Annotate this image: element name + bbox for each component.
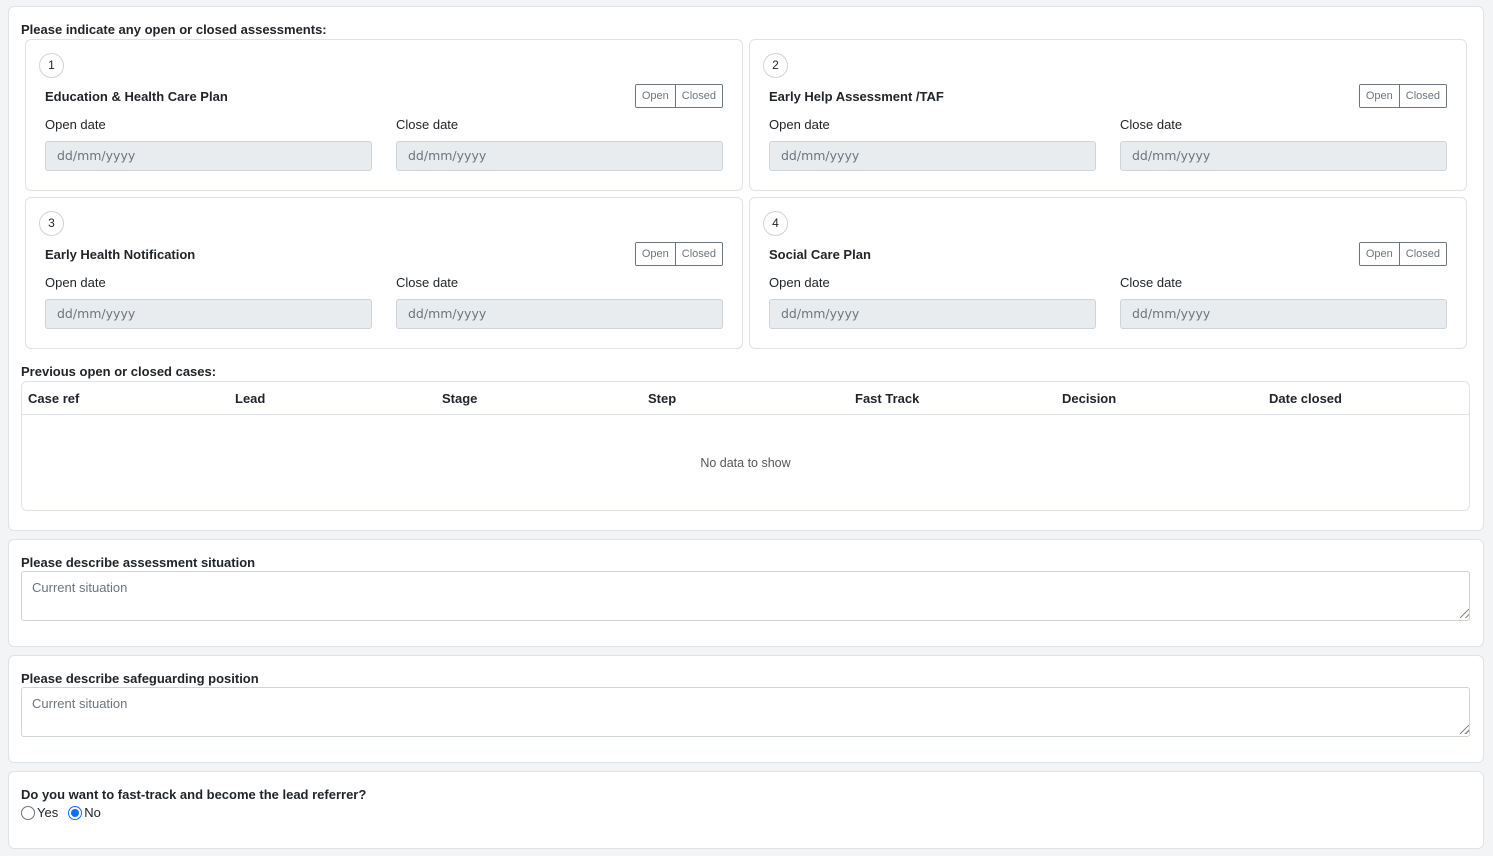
close-date-input[interactable]: dd/mm/yyyy bbox=[1120, 141, 1447, 171]
assessment-card-1: 1 Education & Health Care Plan Open Clos… bbox=[25, 39, 743, 191]
open-closed-toggle: Open Closed bbox=[634, 242, 723, 266]
open-date-input[interactable]: dd/mm/yyyy bbox=[769, 141, 1096, 171]
column-header-lead[interactable]: Lead bbox=[235, 391, 265, 406]
cases-table: Case ref Lead Stage Step Fast Track Deci… bbox=[21, 381, 1470, 511]
fast-track-question: Do you want to fast-track and become the… bbox=[21, 787, 367, 802]
close-date-input[interactable]: dd/mm/yyyy bbox=[396, 299, 723, 329]
close-date-label: Close date bbox=[396, 275, 459, 290]
open-closed-toggle: Open Closed bbox=[1358, 242, 1447, 266]
open-button[interactable]: Open bbox=[1359, 243, 1399, 265]
radio-yes[interactable] bbox=[21, 805, 35, 820]
close-date-label: Close date bbox=[1120, 275, 1183, 290]
fast-track-panel: Do you want to fast-track and become the… bbox=[8, 771, 1484, 849]
open-date-input[interactable]: dd/mm/yyyy bbox=[45, 141, 372, 171]
column-header-fast-track[interactable]: Fast Track bbox=[855, 391, 919, 406]
fast-track-yes[interactable]: Yes bbox=[21, 805, 58, 820]
card-number: 1 bbox=[39, 53, 64, 78]
fast-track-no[interactable]: No bbox=[68, 805, 101, 820]
assessment-card-3: 3 Early Health Notification Open Closed … bbox=[25, 197, 743, 349]
open-date-input[interactable]: dd/mm/yyyy bbox=[45, 299, 372, 329]
resize-grip-icon[interactable] bbox=[1460, 725, 1469, 734]
open-button[interactable]: Open bbox=[1359, 85, 1399, 107]
open-closed-toggle: Open Closed bbox=[634, 84, 723, 108]
empty-table-message: No data to show bbox=[700, 456, 791, 470]
radio-no-label: No bbox=[84, 805, 101, 820]
open-date-label: Open date bbox=[769, 117, 830, 132]
closed-button[interactable]: Closed bbox=[1398, 85, 1446, 107]
column-header-step[interactable]: Step bbox=[648, 391, 676, 406]
open-date-label: Open date bbox=[769, 275, 830, 290]
close-date-label: Close date bbox=[1120, 117, 1183, 132]
safeguarding-panel: Please describe safeguarding position Cu… bbox=[8, 655, 1484, 763]
assessment-card-2: 2 Early Help Assessment /TAF Open Closed… bbox=[749, 39, 1467, 191]
close-date-label: Close date bbox=[396, 117, 459, 132]
closed-button[interactable]: Closed bbox=[1398, 243, 1446, 265]
table-header: Case ref Lead Stage Step Fast Track Deci… bbox=[22, 382, 1469, 415]
open-date-input[interactable]: dd/mm/yyyy bbox=[769, 299, 1096, 329]
closed-button[interactable]: Closed bbox=[674, 243, 722, 265]
card-title: Social Care Plan bbox=[769, 247, 871, 262]
assessment-situation-textarea[interactable]: Current situation bbox=[21, 571, 1470, 621]
fast-track-options: Yes No bbox=[21, 805, 111, 820]
resize-grip-icon[interactable] bbox=[1460, 609, 1469, 618]
card-number: 2 bbox=[763, 53, 788, 78]
close-date-input[interactable]: dd/mm/yyyy bbox=[1120, 299, 1447, 329]
column-header-date-closed[interactable]: Date closed bbox=[1269, 391, 1342, 406]
cases-label: Previous open or closed cases: bbox=[21, 364, 217, 379]
card-title: Education & Health Care Plan bbox=[45, 89, 228, 104]
card-title: Early Help Assessment /TAF bbox=[769, 89, 944, 104]
column-header-stage[interactable]: Stage bbox=[442, 391, 477, 406]
assessments-panel: Please indicate any open or closed asses… bbox=[8, 6, 1484, 531]
assessment-situation-panel: Please describe assessment situation Cur… bbox=[8, 539, 1484, 647]
radio-yes-label: Yes bbox=[37, 805, 59, 820]
open-button[interactable]: Open bbox=[635, 85, 675, 107]
card-title: Early Health Notification bbox=[45, 247, 196, 262]
assessments-label: Please indicate any open or closed asses… bbox=[21, 22, 327, 37]
open-date-label: Open date bbox=[45, 275, 106, 290]
card-number: 4 bbox=[763, 211, 788, 236]
assessment-card-4: 4 Social Care Plan Open Closed Open date… bbox=[749, 197, 1467, 349]
safeguarding-textarea[interactable]: Current situation bbox=[21, 687, 1470, 737]
open-button[interactable]: Open bbox=[635, 243, 675, 265]
close-date-input[interactable]: dd/mm/yyyy bbox=[396, 141, 723, 171]
card-number: 3 bbox=[39, 211, 64, 236]
closed-button[interactable]: Closed bbox=[674, 85, 722, 107]
column-header-decision[interactable]: Decision bbox=[1062, 391, 1116, 406]
column-header-case-ref[interactable]: Case ref bbox=[28, 391, 79, 406]
safeguarding-label: Please describe safeguarding position bbox=[21, 671, 259, 686]
open-date-label: Open date bbox=[45, 117, 106, 132]
assessment-situation-label: Please describe assessment situation bbox=[21, 555, 256, 570]
radio-no[interactable] bbox=[68, 805, 83, 820]
open-closed-toggle: Open Closed bbox=[1358, 84, 1447, 108]
